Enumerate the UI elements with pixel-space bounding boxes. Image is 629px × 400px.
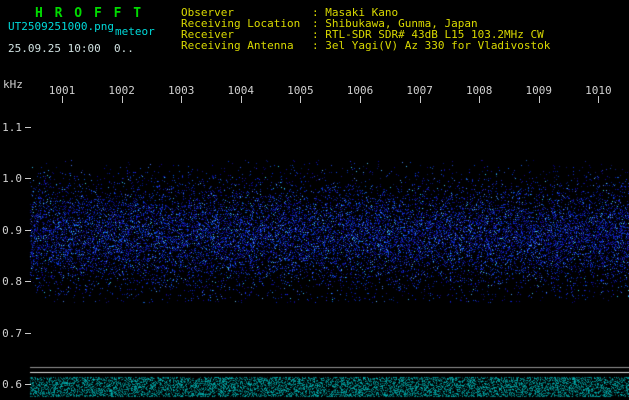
x-tick-mark (300, 96, 301, 103)
x-tick-mark (598, 96, 599, 103)
y-tick-mark (25, 281, 31, 282)
y-tick-mark (25, 178, 31, 179)
info-row-antenna: Receiving Antenna: 3el Yagi(V) Az 330 fo… (181, 40, 550, 51)
output-filename: UT2509251000.png (8, 20, 114, 33)
y-tick-label: 0.6 (2, 378, 22, 391)
x-tick-mark (62, 96, 63, 103)
y-tick-mark (25, 127, 31, 128)
y-tick-mark (25, 333, 31, 334)
spectrogram-canvas (0, 0, 629, 400)
datetime-line: 25.09.25 10:00 0.. (8, 42, 134, 55)
x-tick-mark (539, 96, 540, 103)
x-tick-mark (420, 96, 421, 103)
y-axis-unit-label: kHz (3, 78, 23, 91)
y-tick-label: 0.7 (2, 327, 22, 340)
hrofft-output: H R O F F T UT2509251000.png meteor 25.0… (0, 0, 629, 400)
info-label: Receiving Antenna (181, 39, 294, 52)
info-separator: : (312, 39, 326, 52)
x-tick-mark (479, 96, 480, 103)
y-tick-mark (25, 384, 31, 385)
band-label: meteor (115, 25, 155, 38)
y-tick-label: 0.8 (2, 275, 22, 288)
station-info: Observer: Masaki Kano Receiving Location… (181, 7, 550, 51)
x-tick-mark (122, 96, 123, 103)
y-tick-label: 1.0 (2, 172, 22, 185)
y-tick-mark (25, 230, 31, 231)
app-title: H R O F F T (35, 6, 144, 21)
y-tick-label: 1.1 (2, 121, 22, 134)
y-tick-label: 0.9 (2, 224, 22, 237)
x-tick-mark (360, 96, 361, 103)
x-tick-mark (181, 96, 182, 103)
x-tick-mark (241, 96, 242, 103)
info-value: 3el Yagi(V) Az 330 for Vladivostok (325, 39, 551, 52)
